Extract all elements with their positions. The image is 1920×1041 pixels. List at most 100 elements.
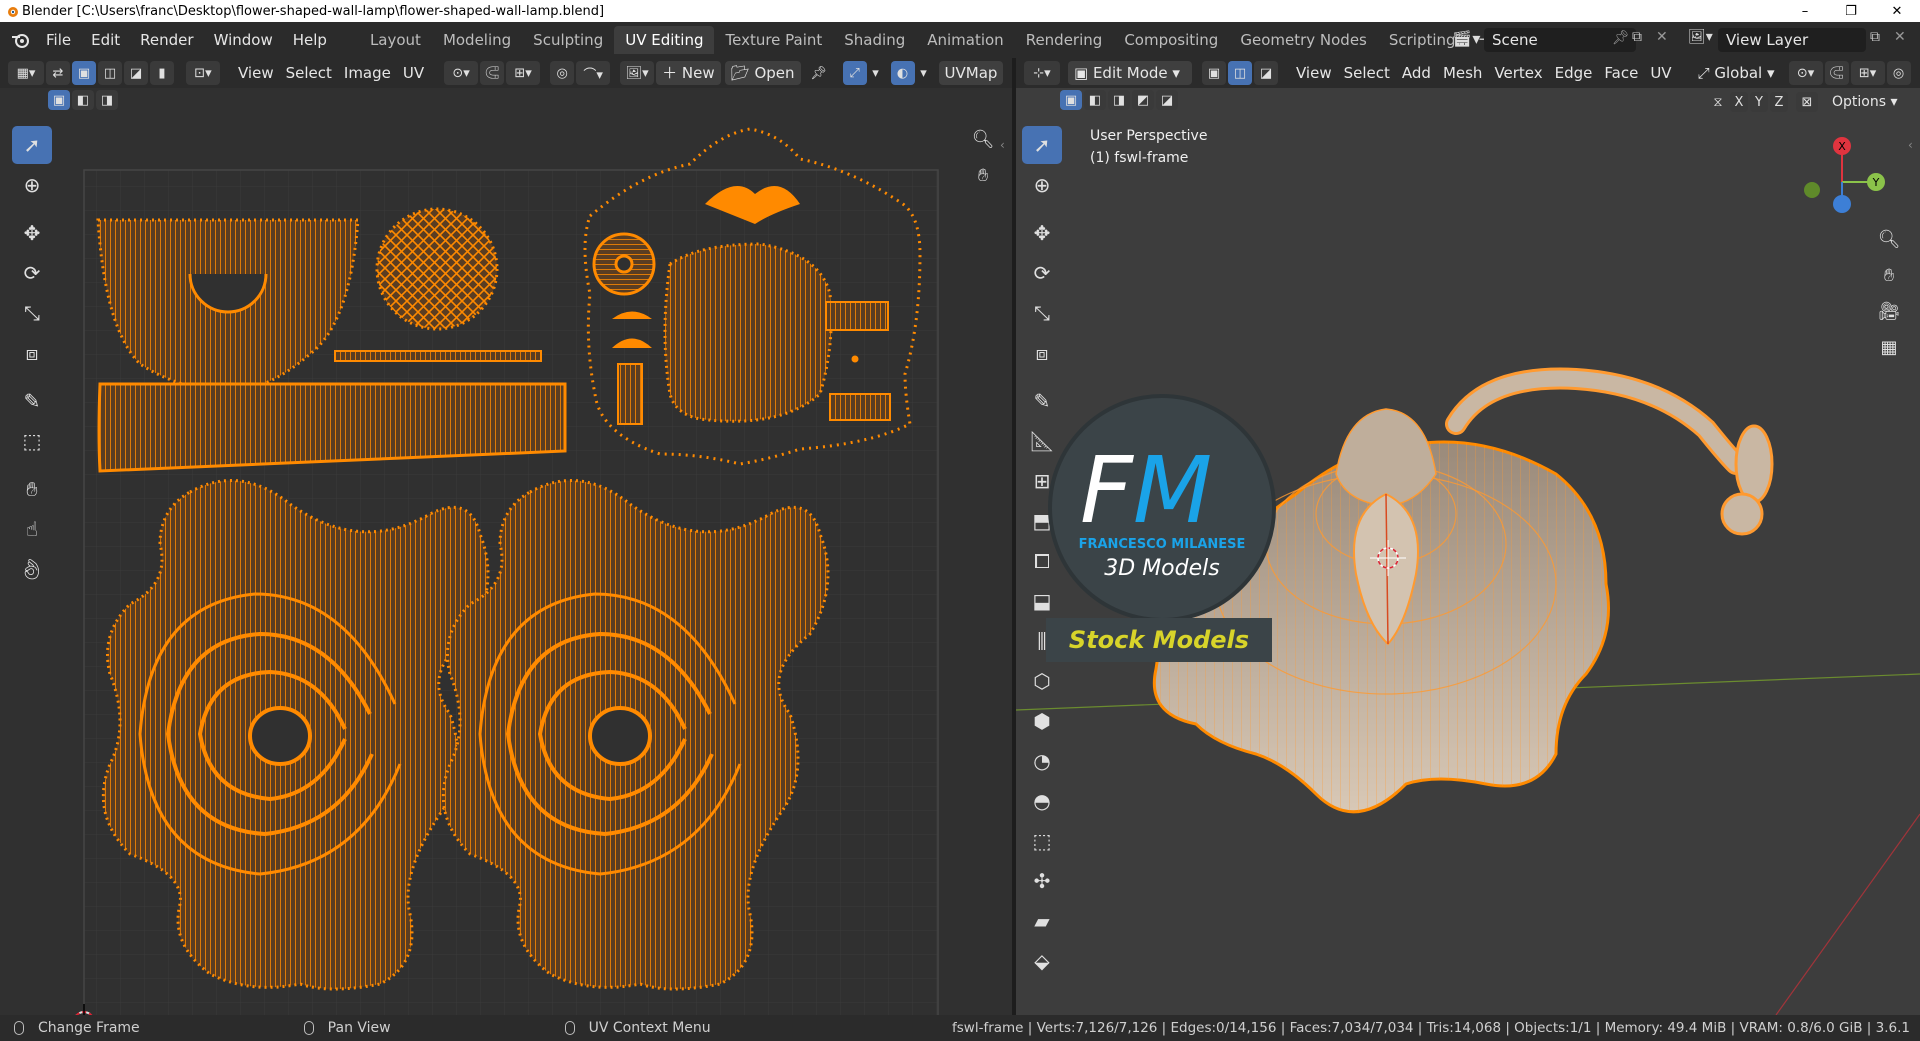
falloff-icon[interactable]: ⌒▾: [576, 61, 611, 85]
vp-menu-uv[interactable]: UV: [1644, 61, 1677, 85]
spin-tool-icon[interactable]: ◔: [1022, 742, 1062, 780]
face-mode-icon[interactable]: ◪: [1254, 61, 1278, 85]
auto-merge-icon[interactable]: ⊠: [1796, 92, 1818, 112]
vp-menu-mesh[interactable]: Mesh: [1437, 61, 1489, 85]
mount-knob[interactable]: [1720, 492, 1764, 536]
vp-menu-view[interactable]: View: [1290, 61, 1338, 85]
annotate-tool-icon[interactable]: ✎: [12, 382, 52, 420]
ortho-toggle-icon[interactable]: ▦: [1874, 332, 1904, 362]
tab-texture-paint[interactable]: Texture Paint: [714, 26, 833, 54]
select-new-icon[interactable]: ▣: [48, 90, 70, 110]
zoom-view-icon[interactable]: 🔍︎: [968, 124, 998, 154]
wall-mount[interactable]: [1734, 424, 1774, 504]
gizmo-toggle-icon[interactable]: ⤢: [842, 61, 867, 85]
uv-island-shade-body[interactable]: [663, 242, 833, 423]
vp-cursor-tool-icon[interactable]: ⊕: [1022, 166, 1062, 204]
delete-view-layer-icon[interactable]: ✕: [1894, 29, 1906, 45]
vp-sidebar-toggle-icon[interactable]: ‹: [1908, 138, 1913, 152]
edge-mode-icon[interactable]: ◫: [1228, 61, 1252, 85]
uv-menu-image[interactable]: Image: [338, 61, 397, 85]
grab-tool-icon[interactable]: ✋︎: [12, 470, 52, 508]
tab-uv-editing[interactable]: UV Editing: [614, 26, 715, 54]
viewport-editor-type-icon[interactable]: ⊹▾: [1024, 61, 1060, 85]
vp-proportional-icon[interactable]: ◎: [1886, 61, 1911, 85]
move-tool-icon[interactable]: ✥: [12, 214, 52, 252]
pivot-icon[interactable]: ⊙▾: [444, 61, 479, 85]
mode-selector[interactable]: ▣ Edit Mode ▾: [1068, 61, 1192, 85]
vertex-mode-icon[interactable]: ▣: [1202, 61, 1226, 85]
shrink-fatten-tool-icon[interactable]: ✣: [1022, 862, 1062, 900]
pin-icon[interactable]: 📌︎: [807, 61, 831, 85]
vp-menu-vertex[interactable]: Vertex: [1488, 61, 1548, 85]
gizmo-z-ball[interactable]: [1833, 195, 1851, 213]
camera-view-icon[interactable]: 🎥︎: [1874, 296, 1904, 326]
tab-layout[interactable]: Layout: [359, 26, 432, 54]
vp-transform-tool-icon[interactable]: ⧈: [1022, 334, 1062, 372]
view-layer-field[interactable]: View Layer: [1718, 28, 1866, 52]
mirror-y-toggle[interactable]: Y: [1750, 92, 1768, 112]
menu-help[interactable]: Help: [283, 27, 337, 53]
select-box-tool-icon[interactable]: ➚: [12, 126, 52, 164]
scene-icon[interactable]: 🎬︎▾: [1452, 29, 1480, 48]
sticky-select-icon[interactable]: ⊡▾: [186, 61, 220, 85]
vp-select-invert-icon[interactable]: ◩: [1132, 90, 1154, 110]
uv-menu-view[interactable]: View: [232, 61, 280, 85]
gizmo-neg-y-ball[interactable]: [1804, 182, 1820, 198]
uv-island-bar[interactable]: [617, 363, 643, 425]
mirror-x-toggle[interactable]: X: [1730, 92, 1748, 112]
delete-scene-icon[interactable]: ✕: [1656, 29, 1668, 45]
cursor-tool-icon[interactable]: ⊕: [12, 166, 52, 204]
uv-editor[interactable]: ▦▾ ⇄ ▣ ◫ ◪ ▮ ⊡▾ View Select Image UV ⊙▾ …: [0, 58, 1012, 1015]
vp-select-extend-icon[interactable]: ◧: [1084, 90, 1106, 110]
vp-select-new-icon[interactable]: ▣: [1060, 90, 1082, 110]
pan-view-icon[interactable]: ✋︎: [968, 160, 998, 190]
select-extend-icon[interactable]: ◧: [72, 90, 94, 110]
overlay-dropdown-icon[interactable]: ▾: [917, 61, 931, 85]
orientation-selector[interactable]: ⤢ Global ▾: [1692, 61, 1781, 85]
uv-sync-icon[interactable]: ⇄: [46, 61, 70, 85]
options-button[interactable]: Options ▾: [1826, 90, 1904, 114]
maximize-button[interactable]: ❐: [1828, 0, 1874, 22]
snap-target-icon[interactable]: ⊞▾: [506, 61, 541, 85]
menu-file[interactable]: File: [36, 27, 81, 53]
tab-sculpting[interactable]: Sculpting: [522, 26, 614, 54]
vp-zoom-icon[interactable]: 🔍︎: [1874, 224, 1904, 254]
menu-edit[interactable]: Edit: [81, 27, 130, 53]
tab-compositing[interactable]: Compositing: [1113, 26, 1229, 54]
tab-rendering[interactable]: Rendering: [1015, 26, 1114, 54]
minimize-button[interactable]: –: [1782, 0, 1828, 22]
uv-island-disc[interactable]: [375, 207, 499, 331]
navigation-gizmo[interactable]: X Y: [1802, 132, 1892, 222]
open-image-button[interactable]: 📂︎ Open: [724, 61, 801, 85]
vp-pan-icon[interactable]: ✋︎: [1874, 260, 1904, 290]
uv-island-cuff-bottom[interactable]: [829, 393, 891, 421]
vp-select-subtract-icon[interactable]: ◨: [1108, 90, 1130, 110]
gizmo-dropdown-icon[interactable]: ▾: [869, 61, 883, 85]
image-browse-icon[interactable]: 🖼︎▾: [620, 61, 655, 85]
vp-menu-edge[interactable]: Edge: [1549, 61, 1599, 85]
scale-tool-icon[interactable]: ⤡: [12, 294, 52, 332]
uv-canvas[interactable]: [0, 114, 1012, 1015]
uv-menu-select[interactable]: Select: [280, 61, 338, 85]
menu-render[interactable]: Render: [130, 27, 203, 53]
shear-tool-icon[interactable]: ▰: [1022, 902, 1062, 940]
tab-animation[interactable]: Animation: [916, 26, 1014, 54]
island-select-icon[interactable]: ▮: [150, 61, 174, 85]
rotate-tool-icon[interactable]: ⟳: [12, 254, 52, 292]
vp-menu-face[interactable]: Face: [1598, 61, 1644, 85]
rip-region-tool-icon[interactable]: ⬙: [1022, 942, 1062, 980]
sidebar-toggle-icon[interactable]: ‹: [1000, 138, 1005, 152]
tab-geometry-nodes[interactable]: Geometry Nodes: [1229, 26, 1378, 54]
vp-snap-icon[interactable]: 🧲︎: [1824, 61, 1849, 85]
uv-island-cuff-top[interactable]: [825, 301, 889, 331]
new-scene-icon[interactable]: ⧉: [1632, 29, 1642, 45]
overlay-toggle-icon[interactable]: ◐: [890, 61, 915, 85]
uv-menu-uv[interactable]: UV: [397, 61, 430, 85]
vp-snap-target-icon[interactable]: ⊞▾: [1850, 61, 1885, 85]
transform-tool-icon[interactable]: ⧈: [12, 334, 52, 372]
poly-build-tool-icon[interactable]: ⬢: [1022, 702, 1062, 740]
vertex-select-icon[interactable]: ▣: [72, 61, 96, 85]
vp-rotate-tool-icon[interactable]: ⟳: [1022, 254, 1062, 292]
vp-scale-tool-icon[interactable]: ⤡: [1022, 294, 1062, 332]
editor-type-icon[interactable]: ▦▾: [8, 61, 44, 85]
